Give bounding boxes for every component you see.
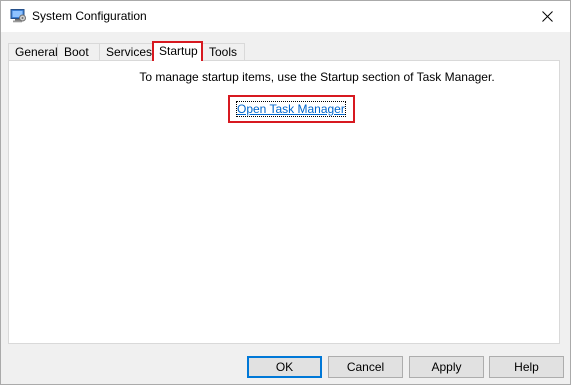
- startup-description: To manage startup items, use the Startup…: [139, 70, 495, 84]
- cancel-button[interactable]: Cancel: [328, 356, 403, 378]
- tab-services[interactable]: Services: [99, 43, 153, 60]
- tab-tools[interactable]: Tools: [202, 43, 245, 60]
- msconfig-icon: [10, 9, 26, 23]
- tab-boot[interactable]: Boot: [57, 43, 100, 60]
- close-button[interactable]: [524, 1, 570, 32]
- help-button[interactable]: Help: [489, 356, 564, 378]
- tab-general[interactable]: General: [8, 43, 58, 60]
- title-bar[interactable]: System Configuration: [1, 1, 570, 32]
- close-icon: [541, 11, 553, 22]
- apply-button[interactable]: Apply: [409, 356, 484, 378]
- open-task-manager-link[interactable]: Open Task Manager: [236, 101, 346, 117]
- startup-tab-panel: To manage startup items, use the Startup…: [8, 60, 560, 344]
- window-title: System Configuration: [32, 9, 147, 23]
- system-configuration-window: System Configuration General Boot Servic…: [0, 0, 571, 385]
- tab-startup[interactable]: Startup: [152, 41, 203, 61]
- ok-button[interactable]: OK: [247, 356, 322, 378]
